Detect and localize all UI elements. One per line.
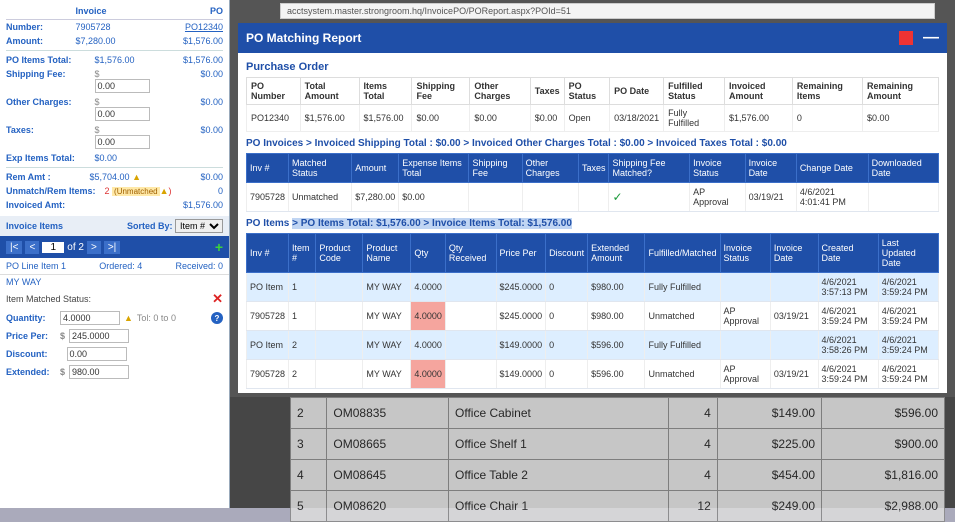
po-matching-report: PO Matching Report — Purchase Order PO N…	[238, 23, 947, 393]
taxes-input[interactable]: 0.00	[95, 135, 150, 149]
extended-input[interactable]: 980.00	[69, 365, 129, 379]
nav-next-button[interactable]: >	[87, 241, 101, 254]
nav-prev-button[interactable]: <	[25, 241, 39, 254]
warning-icon: ▲	[160, 186, 169, 196]
po-invoices-heading: PO Invoices > Invoiced Shipping Total : …	[246, 138, 939, 149]
background-window: 2OM08835Office Cabinet4$149.00$596.003OM…	[230, 397, 955, 508]
nav-first-button[interactable]: |<	[6, 241, 22, 254]
line-item-name: MY WAY	[0, 275, 229, 289]
table-row: 4OM08645Office Table 24$454.00$1,816.00	[291, 460, 945, 491]
nav-last-button[interactable]: >|	[104, 241, 120, 254]
warning-icon: ▲	[132, 172, 141, 182]
table-row[interactable]: 79057281MY WAY4.0000$245.00000$980.00Unm…	[247, 302, 939, 331]
table-row: 2OM08835Office Cabinet4$149.00$596.00	[291, 398, 945, 429]
po-invoices-table: Inv #Matched StatusAmountExpense Items T…	[246, 153, 939, 212]
po-number-link[interactable]: PO12340	[163, 22, 223, 32]
table-row: 3OM08665Office Shelf 14$225.00$900.00	[291, 429, 945, 460]
report-title: PO Matching Report	[246, 31, 361, 45]
unmatched-x-icon: ✕	[212, 291, 223, 307]
add-item-button[interactable]: +	[215, 239, 223, 255]
sort-by-select[interactable]: Item #	[175, 219, 223, 233]
background-table: 2OM08835Office Cabinet4$149.00$596.003OM…	[290, 397, 945, 522]
po-summary-table: PO NumberTotal AmountItems TotalShipping…	[246, 77, 939, 132]
check-icon: ✓	[612, 190, 622, 204]
table-row[interactable]: PO Item2MY WAY4.0000$149.00000$596.00Ful…	[247, 331, 939, 360]
shipping-fee-input[interactable]: 0.00	[95, 79, 150, 93]
address-bar[interactable]: acctsystem.master.strongroom.hq/InvoiceP…	[280, 3, 935, 19]
table-row[interactable]: PO Item1MY WAY4.0000$245.00000$980.00Ful…	[247, 273, 939, 302]
page-input[interactable]	[42, 242, 64, 253]
invoice-po-sidebar: Invoice PO Number: 7905728 PO12340 Amoun…	[0, 0, 230, 508]
col-invoice: Invoice	[76, 6, 156, 16]
quantity-input[interactable]: 4.0000	[60, 311, 120, 325]
minimize-icon[interactable]: —	[923, 29, 939, 47]
po-items-heading: PO Items > PO Items Total: $1,576.00 > I…	[246, 218, 939, 229]
table-row[interactable]: 79057282MY WAY4.0000$149.00000$596.00Unm…	[247, 360, 939, 389]
col-po: PO	[163, 6, 223, 16]
discount-input[interactable]: 0.00	[67, 347, 127, 361]
po-items-table: Inv #Item #Product CodeProduct NameQtyQt…	[246, 233, 939, 389]
table-row: 5OM08620Office Chair 112$249.00$2,988.00	[291, 491, 945, 522]
pdf-icon[interactable]	[899, 31, 913, 45]
invoice-items-label: Invoice Items	[6, 221, 63, 231]
price-per-input[interactable]: 245.0000	[69, 329, 129, 343]
invoice-number[interactable]: 7905728	[76, 22, 156, 32]
help-icon[interactable]: ?	[211, 312, 223, 324]
pagination-bar: |< < of 2 > >| +	[0, 236, 229, 258]
other-charges-input[interactable]: 0.00	[95, 107, 150, 121]
purchase-order-heading: Purchase Order	[246, 61, 939, 73]
warning-icon: ▲	[124, 313, 133, 323]
